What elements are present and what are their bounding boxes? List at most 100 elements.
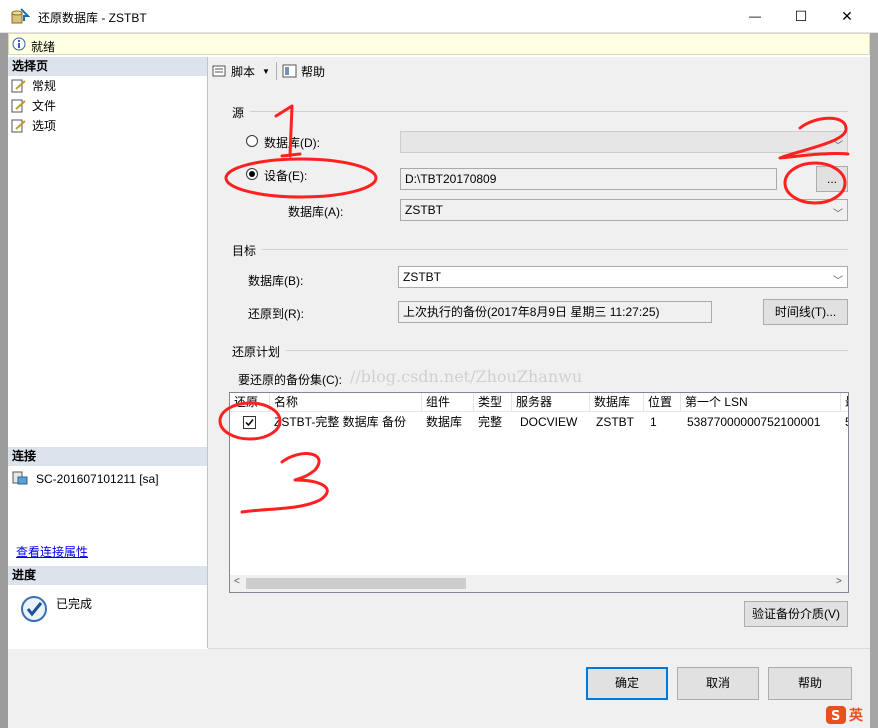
status-text: 就绪	[31, 40, 56, 54]
col-header-name[interactable]: 名称	[270, 393, 422, 411]
device-path-field[interactable]: D:\TBT20170809	[400, 168, 777, 190]
source-database-combo: ﹀	[400, 131, 848, 153]
cell-server: DOCVIEW	[520, 415, 578, 429]
window-titlebar[interactable]: 还原数据库 - ZSTBT — ☐ ✕	[0, 0, 878, 33]
page-files-label: 文件	[32, 99, 57, 113]
status-bar: 就绪	[8, 33, 870, 55]
scroll-thumb[interactable]	[246, 578, 466, 589]
restore-to-label: 还原到(R):	[248, 307, 304, 321]
ime-indicator[interactable]: S 英	[825, 704, 873, 726]
cell-name: ZSTBT-完整 数据库 备份	[274, 415, 407, 429]
target-db-combo[interactable]: ZSTBT ﹀	[398, 266, 848, 288]
restore-to-field: 上次执行的备份(2017年8月9日 星期三 11:27:25)	[398, 301, 712, 323]
ime-label: 英	[849, 707, 863, 723]
chevron-down-icon: ﹀	[833, 209, 843, 220]
restore-checkbox-cell[interactable]	[230, 411, 270, 433]
cell-position: 1	[650, 415, 657, 429]
col-header-component[interactable]: 组件	[422, 393, 474, 411]
grid-header: 还原 名称 组件 类型 服务器 数据库 位置 第一个 LSN 最	[230, 393, 848, 412]
page-options[interactable]: 选项	[8, 116, 207, 136]
device-radio[interactable]	[246, 168, 258, 180]
view-connection-properties-link[interactable]: 查看连接属性	[16, 543, 88, 560]
target-db-value: ZSTBT	[403, 270, 441, 284]
help-label: 帮助	[301, 64, 326, 79]
info-icon	[12, 37, 26, 51]
target-db-label: 数据库(B):	[248, 274, 304, 288]
cell-type: 完整	[478, 415, 503, 429]
page-general[interactable]: 常规	[8, 76, 207, 96]
page-general-label: 常规	[32, 79, 57, 93]
device-radio-label[interactable]: 设备(E):	[264, 167, 307, 184]
col-header-position[interactable]: 位置	[644, 393, 681, 411]
ok-button[interactable]: 确定	[586, 667, 668, 700]
background-window-edge-left	[0, 33, 8, 728]
cell-more: 5	[841, 411, 848, 433]
progress-header: 进度	[8, 566, 207, 585]
source-group-line	[250, 111, 848, 112]
col-header-database[interactable]: 数据库	[590, 393, 644, 411]
toolbar-separator	[276, 62, 277, 80]
cancel-button[interactable]: 取消	[677, 667, 759, 700]
restore-db-icon	[11, 8, 30, 24]
page-files[interactable]: 文件	[8, 96, 207, 116]
maximize-icon: ☐	[794, 7, 808, 24]
sogou-s-icon: S	[826, 706, 846, 724]
cell-first-lsn: 53877000000752100001	[687, 415, 821, 429]
scroll-left-icon[interactable]: <	[234, 576, 240, 587]
connection-header: 连接	[8, 447, 207, 466]
background-window-edge	[870, 0, 878, 728]
backup-sets-grid[interactable]: 还原 名称 组件 类型 服务器 数据库 位置 第一个 LSN 最 ZSTBT-完…	[229, 392, 849, 593]
col-header-server[interactable]: 服务器	[512, 393, 590, 411]
script-icon	[212, 65, 226, 77]
script-label: 脚本	[231, 64, 256, 79]
col-header-type[interactable]: 类型	[474, 393, 512, 411]
help-button[interactable]: 帮助	[768, 667, 852, 700]
source-db-label: 数据库(A):	[288, 205, 344, 219]
restore-checkbox[interactable]	[243, 416, 256, 429]
target-group-label: 目标	[232, 244, 257, 258]
database-radio[interactable]	[246, 135, 258, 147]
page-icon	[11, 79, 26, 93]
help-toolbar-button[interactable]: 帮助	[282, 62, 325, 80]
left-pane: 选择页 常规 文件 选项 连接 SC-201607101211 [sa] 查看连…	[8, 57, 208, 648]
server-connection-icon	[12, 471, 28, 485]
cell-component: 数据库	[426, 415, 463, 429]
chevron-down-icon: ﹀	[833, 276, 843, 287]
restore-plan-group-label: 还原计划	[232, 345, 281, 359]
restore-plan-group-line	[286, 350, 848, 351]
col-header-last[interactable]: 最	[841, 393, 848, 411]
col-header-restore[interactable]: 还原	[230, 393, 270, 411]
backup-sets-label: 要还原的备份集(C):	[238, 373, 342, 387]
help-book-icon	[282, 64, 297, 78]
col-header-first-lsn[interactable]: 第一个 LSN	[681, 393, 841, 411]
source-group-label: 源	[232, 106, 245, 120]
table-row[interactable]: ZSTBT-完整 数据库 备份 数据库 完整 DOCVIEW ZSTBT 1 5…	[230, 411, 848, 433]
scroll-right-icon[interactable]: >	[836, 576, 842, 587]
page-icon	[11, 99, 26, 113]
horizontal-scrollbar[interactable]: < >	[230, 575, 848, 592]
toolbar: 脚本 ▼ 帮助	[208, 57, 870, 85]
cell-database: ZSTBT	[596, 415, 634, 429]
maximize-button[interactable]: ☐	[778, 0, 824, 32]
svg-text:S: S	[831, 709, 840, 724]
browse-device-button[interactable]: ...	[816, 166, 848, 192]
database-radio-label[interactable]: 数据库(D):	[264, 134, 320, 151]
page-options-label: 选项	[32, 119, 57, 133]
verify-backup-media-button[interactable]: 验证备份介质(V)	[744, 601, 848, 627]
window-title: 还原数据库 - ZSTBT	[38, 11, 147, 25]
chevron-down-icon: ﹀	[833, 141, 843, 152]
footer-separator	[208, 648, 870, 649]
script-button[interactable]: 脚本 ▼	[212, 62, 270, 80]
progress-status: 已完成	[56, 597, 93, 611]
timeline-button[interactable]: 时间线(T)...	[763, 299, 848, 325]
source-db-combo[interactable]: ZSTBT ﹀	[400, 199, 848, 221]
page-icon	[11, 119, 26, 133]
check-icon	[245, 419, 254, 427]
close-button[interactable]: ✕	[824, 0, 870, 32]
target-group-line	[262, 249, 848, 250]
complete-check-icon	[21, 596, 47, 622]
connection-value: SC-201607101211 [sa]	[36, 472, 159, 486]
minimize-button[interactable]: —	[732, 0, 778, 32]
source-db-value: ZSTBT	[405, 203, 443, 217]
dropdown-arrow-icon: ▼	[262, 66, 270, 76]
